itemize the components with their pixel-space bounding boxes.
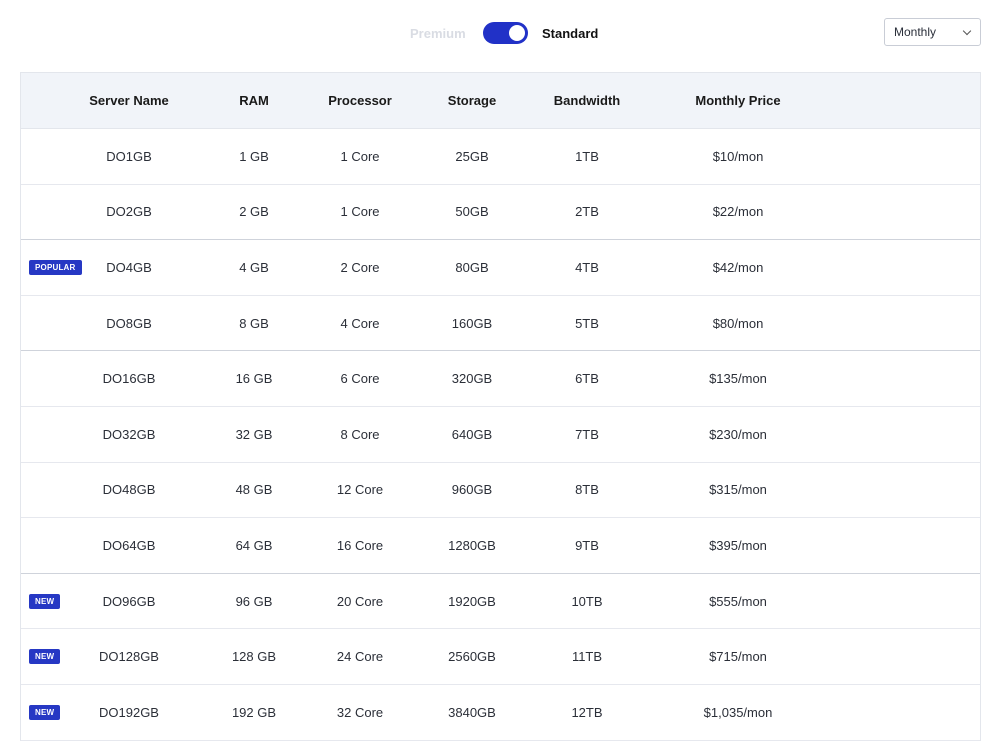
bandwidth-cell: 12TB	[571, 704, 603, 720]
table-row: NEW DO128GB 128 GB 24 Core 2560GB 11TB $715/mo…	[21, 629, 980, 685]
table-row: DO8GB 8 GB 4 Core 160GB 5TB $80/mon	[21, 296, 980, 352]
bandwidth-cell: 2TB	[575, 204, 599, 220]
storage-cell: 320GB	[451, 371, 493, 387]
price-cell: $135/mon	[709, 371, 767, 387]
price-cell: $22/mon	[712, 204, 764, 220]
ram-cell: 64 GB	[235, 537, 273, 553]
ram-cell: 32 GB	[235, 426, 273, 442]
header-ram: RAM	[239, 93, 269, 108]
chevron-down-icon	[962, 26, 972, 36]
table-header-row: Server Name RAM Processor Storage Bandwi…	[21, 73, 980, 129]
ram-cell: 1 GB	[239, 148, 269, 164]
plan-type-toggle-group: Premium Standard	[410, 21, 598, 45]
server-name-cell: DO32GB	[102, 426, 156, 442]
plan-type-toggle[interactable]	[483, 22, 528, 44]
table-row: NEW DO192GB 192 GB 32 Core 3840GB 12TB $1,035/…	[21, 685, 980, 741]
header-bandwidth: Bandwidth	[553, 93, 621, 108]
table-row: POPULAR DO4GB 4 GB 2 Core 80GB 4TB $42/mon	[21, 240, 980, 296]
price-cell: $10/mon	[712, 148, 764, 164]
new-badge: NEW	[29, 593, 61, 609]
toggle-knob	[509, 25, 525, 41]
server-name-cell: DO2GB	[106, 204, 152, 220]
storage-cell: 1920GB	[448, 593, 496, 609]
processor-cell: 16 Core	[336, 537, 384, 553]
new-badge: NEW	[29, 649, 61, 665]
ram-cell: 48 GB	[235, 482, 273, 498]
storage-cell: 640GB	[451, 426, 493, 442]
price-cell: $715/mon	[709, 649, 767, 665]
processor-cell: 1 Core	[340, 204, 380, 220]
table-row: DO2GB 2 GB 1 Core 50GB 2TB $22/mon	[21, 185, 980, 241]
storage-cell: 3840GB	[448, 704, 496, 720]
processor-cell: 12 Core	[336, 482, 384, 498]
storage-cell: 80GB	[455, 259, 489, 275]
billing-period-select[interactable]: Monthly	[884, 18, 981, 46]
server-name-cell: DO128GB	[99, 649, 159, 665]
storage-cell: 960GB	[451, 482, 493, 498]
bandwidth-cell: 7TB	[575, 426, 599, 442]
ram-cell: 128 GB	[231, 649, 277, 665]
ram-cell: 4 GB	[239, 259, 269, 275]
table-row: DO1GB 1 GB 1 Core 25GB 1TB $10/mon	[21, 129, 980, 185]
processor-cell: 6 Core	[340, 371, 380, 387]
processor-cell: 32 Core	[336, 704, 384, 720]
header-monthly-price: Monthly Price	[695, 93, 781, 108]
table-row: NEW DO96GB 96 GB 20 Core 1920GB 10TB $555/mon	[21, 574, 980, 630]
server-name-cell: DO192GB	[99, 704, 159, 720]
server-name-cell: DO96GB	[102, 593, 156, 609]
server-name-cell: DO16GB	[102, 371, 156, 387]
ram-cell: 8 GB	[239, 315, 269, 331]
processor-cell: 1 Core	[340, 148, 380, 164]
price-cell: $1,035/mon	[703, 704, 773, 720]
plan-controls: Premium Standard Monthly	[0, 0, 1000, 64]
ram-cell: 96 GB	[235, 593, 273, 609]
storage-cell: 25GB	[455, 148, 489, 164]
processor-cell: 8 Core	[340, 426, 380, 442]
processor-cell: 2 Core	[340, 259, 380, 275]
server-name-cell: DO48GB	[102, 482, 156, 498]
processor-cell: 4 Core	[340, 315, 380, 331]
bandwidth-cell: 4TB	[575, 259, 599, 275]
storage-cell: 2560GB	[448, 649, 496, 665]
premium-label[interactable]: Premium	[410, 26, 483, 41]
header-storage: Storage	[447, 93, 497, 108]
price-cell: $555/mon	[709, 593, 767, 609]
bandwidth-cell: 10TB	[571, 593, 603, 609]
table-row: DO32GB 32 GB 8 Core 640GB 7TB $230/mon	[21, 407, 980, 463]
table-row: DO16GB 16 GB 6 Core 320GB 6TB $135/mon	[21, 351, 980, 407]
header-server-name: Server Name	[89, 93, 169, 108]
server-name-cell: DO64GB	[102, 537, 156, 553]
bandwidth-cell: 1TB	[575, 148, 599, 164]
popular-badge: POPULAR	[29, 260, 82, 276]
pricing-table: Server Name RAM Processor Storage Bandwi…	[20, 72, 981, 741]
table-row: DO48GB 48 GB 12 Core 960GB 8TB $315/mon	[21, 463, 980, 519]
ram-cell: 2 GB	[239, 204, 269, 220]
storage-cell: 160GB	[451, 315, 493, 331]
table-body: DO1GB 1 GB 1 Core 25GB 1TB $10/mon DO2GB 2 GB 1 …	[21, 129, 980, 741]
bandwidth-cell: 8TB	[575, 482, 599, 498]
bandwidth-cell: 6TB	[575, 371, 599, 387]
standard-label[interactable]: Standard	[542, 26, 598, 41]
header-processor: Processor	[328, 93, 392, 108]
processor-cell: 20 Core	[336, 593, 384, 609]
bandwidth-cell: 9TB	[575, 537, 599, 553]
new-badge: NEW	[29, 704, 61, 720]
table-row: DO64GB 64 GB 16 Core 1280GB 9TB $395/mon	[21, 518, 980, 574]
ram-cell: 192 GB	[231, 704, 277, 720]
server-name-cell: DO8GB	[106, 315, 152, 331]
bandwidth-cell: 5TB	[575, 315, 599, 331]
server-name-cell: DO1GB	[106, 148, 152, 164]
server-name-cell: DO4GB	[106, 259, 152, 275]
billing-period-value: Monthly	[894, 25, 937, 39]
ram-cell: 16 GB	[235, 371, 273, 387]
price-cell: $42/mon	[712, 259, 764, 275]
storage-cell: 1280GB	[448, 537, 496, 553]
bandwidth-cell: 11TB	[571, 649, 603, 665]
price-cell: $395/mon	[709, 537, 767, 553]
price-cell: $80/mon	[712, 315, 764, 331]
price-cell: $315/mon	[709, 482, 767, 498]
processor-cell: 24 Core	[336, 649, 384, 665]
price-cell: $230/mon	[709, 426, 767, 442]
storage-cell: 50GB	[455, 204, 489, 220]
